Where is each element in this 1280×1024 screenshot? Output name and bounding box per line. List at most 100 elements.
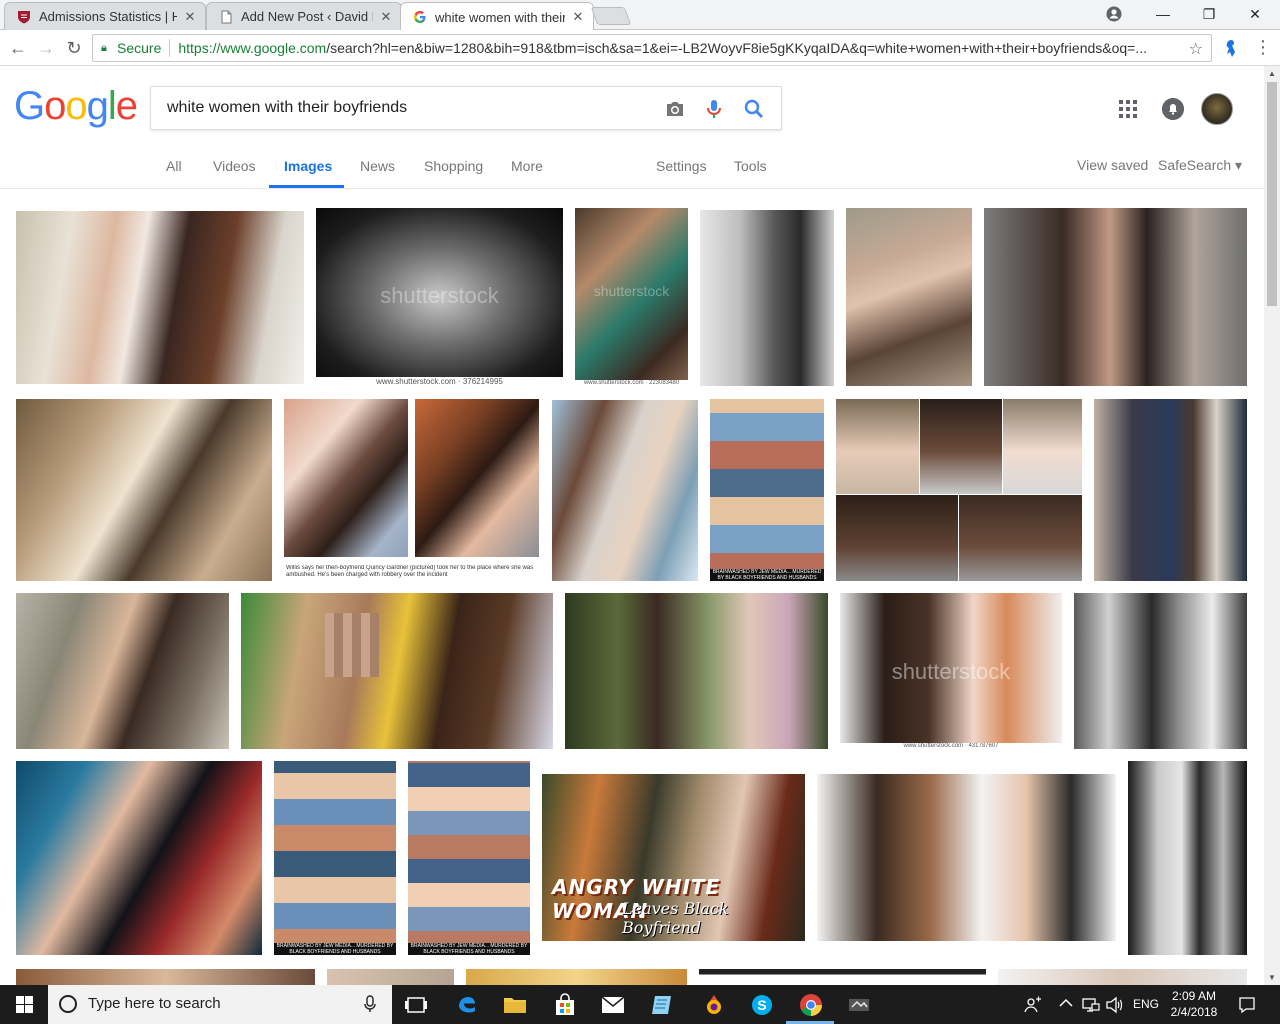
image-result[interactable]: [1094, 399, 1247, 581]
scroll-down-icon[interactable]: ▼: [1264, 970, 1280, 986]
microphone-icon[interactable]: [702, 97, 726, 121]
image-result[interactable]: [16, 761, 262, 955]
url-text[interactable]: https://www.google.com/search?hl=en&biw=…: [178, 40, 1168, 56]
edge-browser-icon[interactable]: [454, 992, 480, 1018]
store-icon[interactable]: [552, 992, 578, 1018]
photo-panel: [959, 495, 1082, 581]
system-clock[interactable]: 2:09 AM 2/4/2018: [1166, 988, 1222, 1020]
tab-title: white women with their b: [435, 9, 565, 25]
skype-icon[interactable]: S: [749, 992, 775, 1018]
notifications-bell-icon[interactable]: [1162, 98, 1184, 120]
tab-title: Admissions Statistics | Ha: [39, 9, 177, 24]
volume-icon[interactable]: [1106, 996, 1124, 1014]
browser-tab-add-new-post[interactable]: Add New Post ‹ David Du ✕: [206, 2, 402, 30]
people-icon[interactable]: [1024, 996, 1042, 1014]
menu-kebab-icon[interactable]: ⋮: [1254, 38, 1272, 56]
image-result[interactable]: [16, 593, 229, 749]
app-icon[interactable]: [846, 992, 872, 1018]
avatar[interactable]: [1201, 93, 1233, 125]
bookmark-star-icon[interactable]: ☆: [1189, 39, 1203, 59]
page-icon: [221, 10, 232, 23]
start-button[interactable]: [0, 985, 48, 1024]
image-result[interactable]: [1128, 761, 1247, 955]
url-host: https://www.google.com: [178, 40, 327, 56]
tab-all[interactable]: All: [166, 158, 182, 174]
new-tab-button[interactable]: [590, 7, 632, 25]
search-input[interactable]: white women with their boyfriends: [167, 99, 407, 117]
page-scrollbar[interactable]: ▲ ▼: [1264, 66, 1280, 986]
logo-letter: o: [44, 84, 66, 128]
search-icon[interactable]: [742, 97, 766, 121]
image-result[interactable]: [700, 210, 834, 386]
scroll-up-icon[interactable]: ▲: [1264, 66, 1280, 82]
minimize-icon[interactable]: —: [1140, 0, 1186, 28]
apps-grid-icon[interactable]: [1118, 99, 1138, 119]
camera-icon[interactable]: [663, 97, 687, 121]
close-icon[interactable]: ✕: [571, 9, 585, 25]
browser-tab-admissions[interactable]: Admissions Statistics | Ha ✕: [4, 2, 206, 30]
image-result[interactable]: shutterstock www.shutterstock.com · 2230…: [575, 208, 688, 386]
notepad-icon[interactable]: [650, 992, 676, 1018]
image-result[interactable]: [241, 593, 553, 749]
tab-settings[interactable]: Settings: [656, 158, 707, 174]
image-result[interactable]: BRAINWASHED BY JEW MEDIA... MURDERED BY …: [274, 761, 396, 955]
image-result[interactable]: [552, 400, 698, 581]
language-indicator[interactable]: ENG: [1133, 997, 1159, 1011]
extension-icon[interactable]: [1222, 38, 1240, 58]
image-result[interactable]: [984, 208, 1247, 386]
photo-panel: [284, 399, 408, 557]
image-result[interactable]: Willis says her then-boyfriend Quincy Ga…: [284, 399, 539, 581]
active-tab-indicator: [269, 185, 344, 188]
scrollbar-thumb[interactable]: [1267, 82, 1277, 306]
cortana-circle-icon: [59, 995, 77, 1013]
image-result[interactable]: [1074, 593, 1247, 749]
tab-more[interactable]: More: [511, 158, 543, 174]
task-view-icon[interactable]: [403, 992, 429, 1018]
address-bar[interactable]: 🔒︎ Secure https://www.google.com/search?…: [92, 34, 1212, 62]
image-result[interactable]: shutterstock www.shutterstock.com · 3762…: [316, 208, 563, 386]
back-icon[interactable]: ←: [6, 36, 30, 60]
file-explorer-icon[interactable]: [502, 992, 528, 1018]
taskbar-search-box[interactable]: Type here to search: [48, 985, 392, 1024]
image-results-grid: shutterstock www.shutterstock.com · 3762…: [0, 190, 1264, 990]
tab-tools[interactable]: Tools: [734, 158, 767, 174]
restore-icon[interactable]: ❐: [1186, 0, 1232, 28]
action-center-icon[interactable]: [1238, 996, 1256, 1014]
google-g-icon: [414, 11, 426, 23]
lock-icon: 🔒︎: [101, 41, 107, 54]
forward-icon[interactable]: →: [34, 36, 58, 60]
image-result[interactable]: [846, 208, 972, 386]
profile-icon[interactable]: [1106, 6, 1122, 22]
browser-tab-google-images[interactable]: white women with their b ✕: [400, 2, 594, 31]
photo-panel: [415, 399, 539, 557]
tab-images[interactable]: Images: [284, 158, 332, 174]
reload-icon[interactable]: ↻: [62, 36, 86, 60]
chrome-icon[interactable]: [798, 992, 824, 1018]
close-window-icon[interactable]: ✕: [1232, 0, 1278, 28]
tab-shopping[interactable]: Shopping: [424, 158, 483, 174]
image-result[interactable]: [817, 774, 1116, 941]
image-result[interactable]: [836, 399, 1082, 581]
safesearch-dropdown[interactable]: SafeSearch ▾: [1158, 157, 1242, 174]
google-logo[interactable]: Google: [14, 84, 138, 129]
url-rest: /search?hl=en&biw=1280&bih=918&tbm=isch&…: [326, 40, 1148, 56]
network-icon[interactable]: [1082, 996, 1100, 1014]
image-result[interactable]: ANGRY WHITE WOMAN Leaves Black Boyfriend: [542, 774, 805, 941]
clock-date: 2/4/2018: [1170, 1005, 1218, 1019]
image-result[interactable]: BRAINWASHED BY JEW MEDIA... MURDERED BY …: [710, 399, 824, 581]
image-result[interactable]: [16, 211, 304, 384]
tab-videos[interactable]: Videos: [213, 158, 256, 174]
mail-icon[interactable]: [600, 992, 626, 1018]
view-saved-link[interactable]: View saved: [1077, 157, 1148, 173]
image-result[interactable]: [16, 399, 272, 581]
chevron-up-icon[interactable]: [1059, 998, 1073, 1008]
search-box[interactable]: white women with their boyfriends: [150, 86, 782, 130]
app-icon[interactable]: [701, 992, 727, 1018]
image-result[interactable]: shutterstock www.shutterstock.com · 4317…: [840, 593, 1062, 749]
close-icon[interactable]: ✕: [183, 9, 197, 25]
image-result[interactable]: BRAINWASHED BY JEW MEDIA... MURDERED BY …: [408, 761, 530, 955]
image-result[interactable]: [565, 593, 828, 749]
microphone-icon[interactable]: [364, 995, 376, 1013]
tab-news[interactable]: News: [360, 158, 395, 174]
close-icon[interactable]: ✕: [379, 9, 393, 25]
